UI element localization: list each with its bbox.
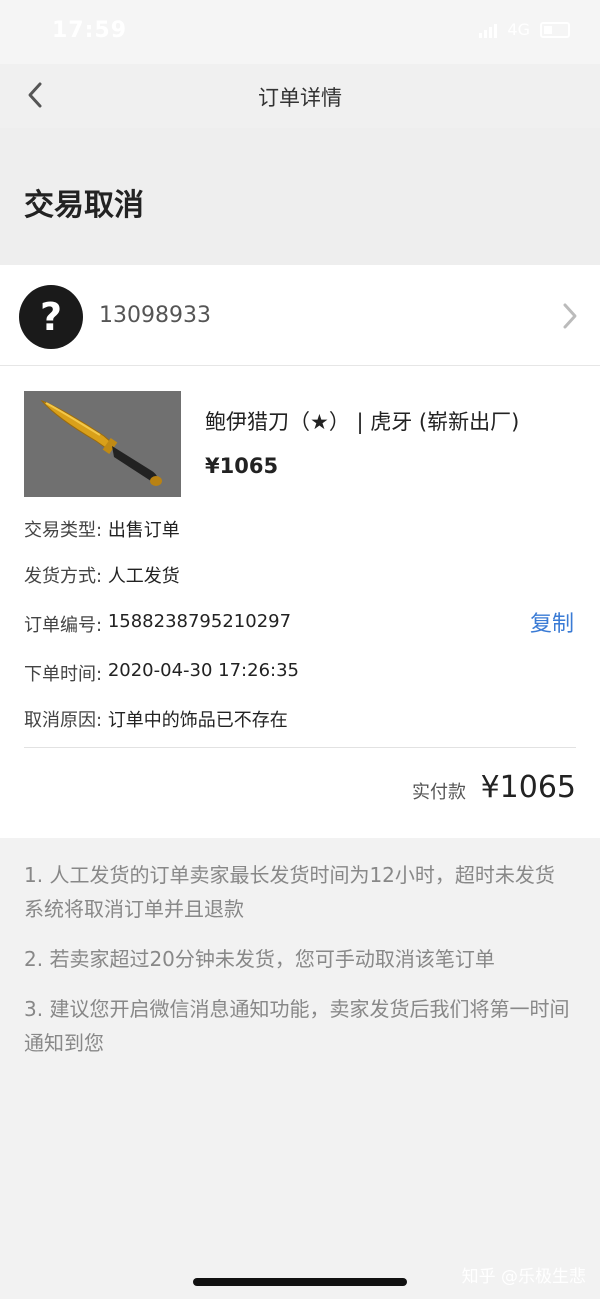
item-name: 鲍伊猎刀（★） | 虎牙 (崭新出厂) <box>205 410 520 434</box>
watermark: 知乎 @乐极生悲 <box>461 1267 586 1287</box>
copy-button[interactable]: 复制 <box>530 606 574 638</box>
network-type: 4G <box>507 20 530 39</box>
status-indicators: 4G <box>479 20 570 39</box>
item-price: ¥1065 <box>205 454 279 478</box>
detail-order-time: 下单时间: 2020-04-30 17:26:35 <box>24 660 299 686</box>
detail-delivery-method: 发货方式: 人工发货 <box>24 562 180 588</box>
detail-value: 2020-04-30 17:26:35 <box>107 660 299 681</box>
page-title: 订单详情 <box>258 86 342 110</box>
detail-value: 订单中的饰品已不存在 <box>107 710 288 731</box>
knife-icon <box>24 391 181 497</box>
detail-value: 人工发货 <box>107 566 180 587</box>
detail-label: 交易类型: <box>24 520 103 541</box>
detail-order-number: 订单编号: 1588238795210297 <box>24 611 291 637</box>
note-item: 2. 若卖家超过20分钟未发货，您可手动取消该笔订单 <box>24 947 495 971</box>
status-time: 17:59 <box>52 18 128 43</box>
note-item: 1. 人工发货的订单卖家最长发货时间为12小时，超时未发货系统将取消订单并且退款 <box>24 863 555 921</box>
order-status-header: 交易取消 <box>0 128 600 265</box>
home-indicator[interactable] <box>193 1278 407 1286</box>
detail-label: 发货方式: <box>24 566 103 587</box>
detail-label: 取消原因: <box>24 710 103 731</box>
detail-cancel-reason: 取消原因: 订单中的饰品已不存在 <box>24 706 288 732</box>
battery-icon <box>540 21 570 38</box>
note-item: 3. 建议您开启微信消息通知功能，卖家发货后我们将第一时间通知到您 <box>24 997 570 1055</box>
notes-section: 1. 人工发货的订单卖家最长发货时间为12小时，超时未发货系统将取消订单并且退款… <box>24 858 572 1076</box>
detail-label: 订单编号: <box>24 615 103 636</box>
paid-amount: ¥1065 <box>480 770 576 805</box>
detail-label: 下单时间: <box>24 664 103 685</box>
nav-bar: 订单详情 <box>0 64 600 128</box>
order-card: 鲍伊猎刀（★） | 虎牙 (崭新出厂) ¥1065 交易类型: 出售订单 发货方… <box>0 366 600 838</box>
seller-id: 13098933 <box>99 303 211 328</box>
chevron-right-icon <box>563 303 577 329</box>
order-status-title: 交易取消 <box>24 188 144 223</box>
paid-label: 实付款 <box>412 782 466 803</box>
detail-trade-type: 交易类型: 出售订单 <box>24 516 180 542</box>
signal-icon <box>479 22 498 38</box>
detail-value: 1588238795210297 <box>107 611 292 632</box>
item-image[interactable] <box>24 391 181 497</box>
seller-row[interactable]: ? 13098933 <box>0 265 600 366</box>
avatar: ? <box>19 285 83 349</box>
detail-value: 出售订单 <box>107 520 180 541</box>
divider <box>24 747 576 748</box>
status-bar: 17:59 4G <box>0 0 600 64</box>
